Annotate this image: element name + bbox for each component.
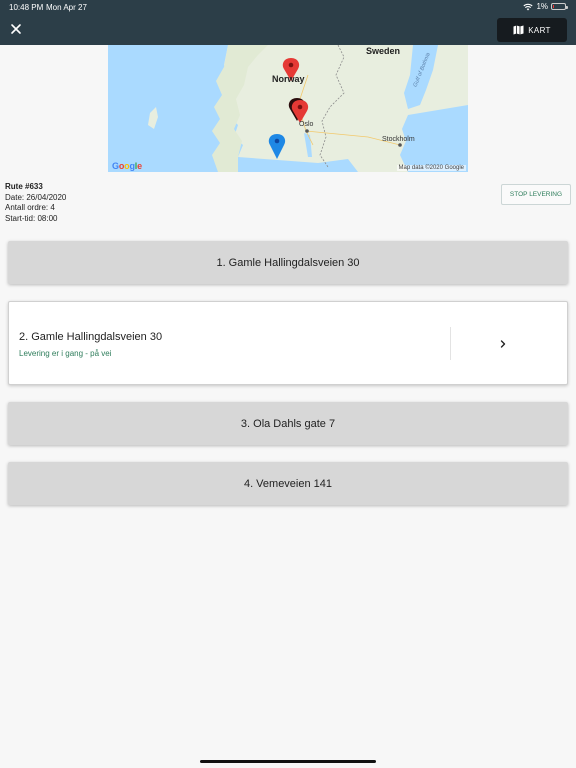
stop-label: 2. Gamle Hallingdalsveien 30 [19,331,163,343]
map-icon [513,25,524,35]
wifi-icon [523,3,534,10]
map-background [108,45,468,172]
status-time: 10:48 PM [9,3,44,12]
route-order-count: Antall ordre: 4 [5,203,55,212]
stop-card-3[interactable]: 3. Ola Dahls gate 7 [8,402,568,445]
map-button[interactable]: KART [497,18,567,42]
status-bar: 10:48 PM Mon Apr 27 1% [0,0,576,14]
close-icon [11,24,21,34]
map-attribution: Map data ©2020 Google [396,165,466,171]
divider [450,327,451,360]
close-button[interactable] [8,21,24,37]
top-bar: 10:48 PM Mon Apr 27 1% KART [0,0,576,45]
route-date: Date: 26/04/2020 [5,192,67,202]
route-info: Rute #633 Date: 26/04/2020 Antall ordre:… [5,182,66,224]
map-label-norway: Norway [272,74,305,84]
route-start-time: Start-tid: 08:00 [5,213,58,223]
status-indicators: 1% [523,2,568,11]
google-logo: Google [112,161,142,171]
route-map[interactable]: Sweden Norway Oslo Stockholm Gulf of Bot… [108,45,468,172]
stop-label: 1. Gamle Hallingdalsveien 30 [216,256,360,269]
stop-card-4[interactable]: 4. Vemeveien 141 [8,462,568,505]
stop-card-1[interactable]: 1. Gamle Hallingdalsveien 30 [8,241,568,284]
home-indicator[interactable] [200,760,376,763]
stop-status: Levering er i gang - på vei [19,349,112,358]
map-label-sweden: Sweden [366,46,401,56]
map-label-stockholm: Stockholm [382,136,415,143]
battery-percent: 1% [536,2,548,11]
stop-delivery-button[interactable]: STOP LEVERING [501,184,571,205]
battery-icon [551,3,568,10]
stop-card-2-active[interactable]: 2. Gamle Hallingdalsveien 30 Levering er… [8,301,568,385]
stop-label: 4. Vemeveien 141 [243,477,333,490]
status-date: Mon Apr 27 [46,3,87,12]
chevron-right-icon[interactable] [498,339,508,349]
map-label-oslo: Oslo [299,121,314,128]
stop-label: 3. Ola Dahls gate 7 [240,417,336,430]
route-title: Rute #633 [5,182,43,191]
map-button-label: KART [528,25,551,35]
